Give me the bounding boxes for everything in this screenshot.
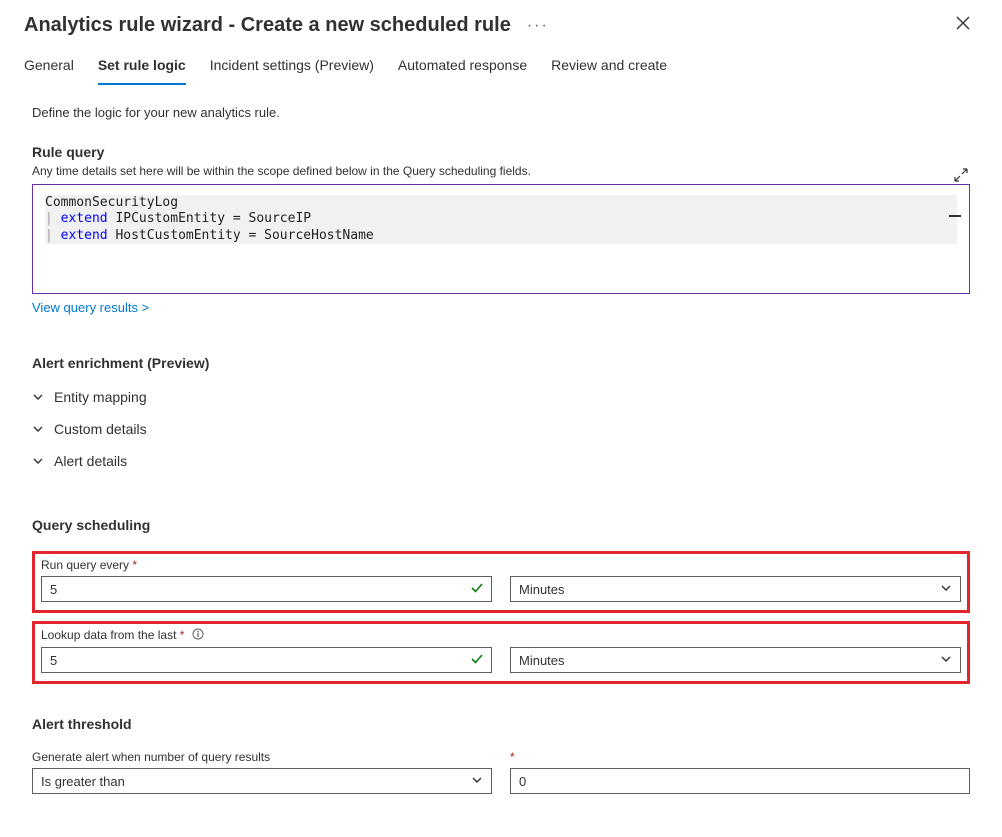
info-icon[interactable] — [192, 628, 204, 643]
required-indicator: * — [180, 628, 185, 642]
alert-threshold-group: Generate alert when number of query resu… — [32, 750, 970, 794]
lookup-data-value-input[interactable]: 5 — [41, 647, 492, 673]
alert-enrichment-title: Alert enrichment (Preview) — [32, 355, 970, 371]
valid-check-icon — [471, 653, 483, 668]
input-value: 0 — [519, 774, 526, 789]
query-token: | — [45, 211, 61, 226]
query-scheduling-title: Query scheduling — [32, 517, 970, 533]
expander-entity-mapping[interactable]: Entity mapping — [32, 381, 970, 413]
expander-custom-details[interactable]: Custom details — [32, 413, 970, 445]
select-value: Is greater than — [41, 774, 125, 789]
close-button[interactable] — [948, 12, 978, 39]
expander-label: Entity mapping — [54, 389, 147, 405]
tab-automated-response[interactable]: Automated response — [398, 51, 527, 85]
wizard-tabs: General Set rule logic Incident settings… — [0, 43, 1002, 85]
chevron-down-icon — [940, 582, 952, 597]
tab-review-create[interactable]: Review and create — [551, 51, 667, 85]
expander-alert-details[interactable]: Alert details — [32, 445, 970, 477]
input-value: 5 — [50, 653, 57, 668]
select-value: Minutes — [519, 653, 565, 668]
tab-set-rule-logic[interactable]: Set rule logic — [98, 51, 186, 85]
chevron-down-icon — [32, 423, 44, 435]
intro-text: Define the logic for your new analytics … — [32, 105, 970, 120]
wizard-panel: Analytics rule wizard - Create a new sch… — [0, 0, 1002, 814]
chevron-down-icon — [32, 455, 44, 467]
query-token: HostCustomEntity = SourceHostName — [108, 228, 374, 243]
chevron-down-icon — [471, 774, 483, 789]
run-query-every-label: Run query every * — [41, 558, 961, 572]
alert-threshold-label: Generate alert when number of query resu… — [32, 750, 492, 764]
expander-label: Alert details — [54, 453, 127, 469]
expand-icon — [954, 168, 968, 182]
lookup-data-unit-select[interactable]: Minutes — [510, 647, 961, 673]
lookup-data-label: Lookup data from the last * — [41, 628, 961, 643]
more-actions-icon[interactable]: ··· — [527, 17, 549, 35]
panel-title: Analytics rule wizard - Create a new sch… — [24, 14, 511, 37]
alert-threshold-operator-select[interactable]: Is greater than — [32, 768, 492, 794]
wizard-body: Define the logic for your new analytics … — [0, 85, 1002, 814]
close-icon — [956, 16, 970, 30]
panel-header: Analytics rule wizard - Create a new sch… — [0, 0, 1002, 43]
rule-query-title: Rule query — [32, 144, 970, 160]
query-token: IPCustomEntity = SourceIP — [108, 211, 312, 226]
lookup-data-group: Lookup data from the last * 5 Minutes — [32, 621, 970, 684]
expander-label: Custom details — [54, 421, 147, 437]
view-query-results-link[interactable]: View query results > — [32, 300, 149, 315]
query-token: extend — [61, 228, 108, 243]
tab-general[interactable]: General — [24, 51, 74, 85]
query-token: extend — [61, 211, 108, 226]
run-query-every-group: Run query every * 5 Minutes — [32, 551, 970, 613]
run-query-every-unit-select[interactable]: Minutes — [510, 576, 961, 602]
input-value: 5 — [50, 582, 57, 597]
alert-threshold-value-input[interactable]: 0 — [510, 768, 970, 794]
rule-query-editor[interactable]: CommonSecurityLog | extend IPCustomEntit… — [32, 184, 970, 294]
alert-threshold-value-required: * — [510, 750, 970, 764]
query-token: | — [45, 228, 61, 243]
alert-threshold-title: Alert threshold — [32, 716, 970, 732]
chevron-down-icon — [32, 391, 44, 403]
expand-query-button[interactable] — [954, 168, 968, 185]
tab-incident-settings[interactable]: Incident settings (Preview) — [210, 51, 374, 85]
valid-check-icon — [471, 582, 483, 597]
run-query-every-value-input[interactable]: 5 — [41, 576, 492, 602]
select-value: Minutes — [519, 582, 565, 597]
editor-cursor-marker — [949, 215, 961, 217]
chevron-down-icon — [940, 653, 952, 668]
required-indicator: * — [510, 750, 515, 764]
required-indicator: * — [132, 558, 137, 572]
rule-query-subtitle: Any time details set here will be within… — [32, 164, 970, 178]
query-token: CommonSecurityLog — [45, 195, 178, 210]
